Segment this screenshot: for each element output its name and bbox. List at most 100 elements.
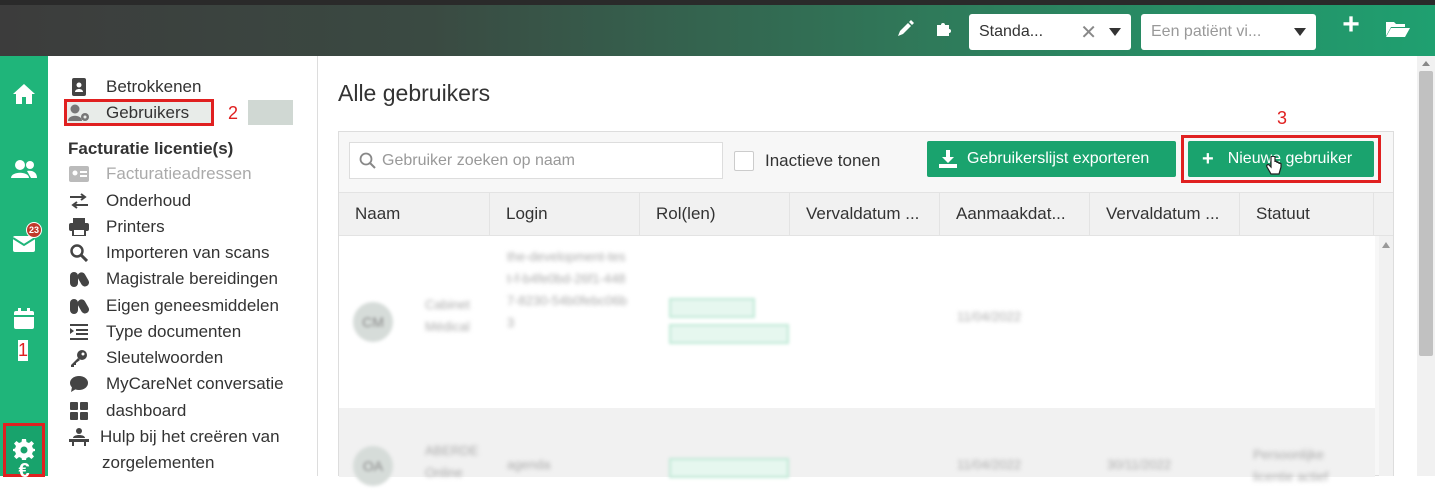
search-placeholder: Gebruiker zoeken op naam (382, 151, 575, 169)
menu-item-facturatieadressen[interactable]: Facturatieadressen (68, 162, 252, 186)
users-icon (11, 160, 37, 178)
patient-select-placeholder: Een patiënt vi... (1151, 23, 1262, 40)
menu-item-label: MyCareNet conversatie (106, 374, 284, 393)
clear-icon[interactable]: ✕ (1080, 20, 1097, 45)
menu-item-label: zorgelementen (102, 453, 215, 472)
role-tag (669, 298, 755, 318)
menu-item-betrokkenen[interactable]: Betrokkenen (68, 75, 201, 99)
section-title: Facturatie licentie(s) (68, 139, 234, 158)
capsules-icon (68, 270, 90, 288)
column-header-aanmaakdatum[interactable]: Aanmaakdat... (940, 193, 1090, 235)
annotation-1: 1 (18, 340, 29, 361)
table-scrollbar[interactable] (1379, 236, 1393, 476)
column-header-vervaldatum-2[interactable]: Vervaldatum ... (1090, 193, 1240, 235)
created-date: 11/04/2022 (957, 309, 1022, 324)
settings-menu: 2 Betrokkenen Gebruikers Facturatie lice… (48, 56, 318, 476)
search-icon (359, 152, 377, 175)
created-date: 11/04/2022 (957, 457, 1022, 472)
avatar: OA (353, 446, 393, 486)
page-scrollbar[interactable] (1417, 56, 1435, 476)
selected-item-extension (248, 100, 293, 125)
calendar-icon (14, 308, 34, 329)
top-bar: Standa... ✕ Een patiënt vi... + (0, 0, 1435, 56)
printer-icon (68, 218, 90, 236)
rail-users[interactable] (0, 149, 48, 189)
column-header-vervaldatum-1[interactable]: Vervaldatum ... (790, 193, 940, 235)
exchange-icon (68, 192, 90, 210)
new-user-button[interactable]: + Nieuwe gebruiker (1188, 141, 1374, 177)
table-row[interactable]: CM Cabinet Médical the-development-test-… (339, 236, 1375, 408)
menu-item-label: dashboard (106, 401, 187, 420)
indent-icon (68, 323, 90, 341)
menu-item-label: Gebruikers (106, 103, 190, 122)
user-name: ABERDE Online (425, 443, 479, 480)
chevron-down-icon[interactable] (1109, 28, 1121, 36)
chevron-down-icon[interactable] (1294, 28, 1306, 36)
pencil-icon[interactable] (894, 18, 916, 40)
user-name: Cabinet Médical (425, 297, 470, 334)
capsules-icon (68, 297, 90, 315)
inactive-label: Inactieve tonen (765, 151, 881, 170)
scrollbar-thumb[interactable] (1419, 71, 1433, 356)
key-icon (68, 349, 90, 367)
table-header: Naam Login Rol(len) Vervaldatum ... Aanm… (339, 192, 1393, 236)
comment-icon (68, 375, 90, 393)
inactive-checkbox[interactable] (734, 151, 754, 171)
menu-item-type-documenten[interactable]: Type documenten (68, 320, 241, 344)
user-cog-icon (68, 104, 90, 122)
puzzle-icon[interactable] (932, 18, 954, 40)
table-row[interactable]: OA ABERDE Online agenda 11/04/2022 30/11… (339, 408, 1375, 486)
column-header-login[interactable]: Login (490, 193, 640, 235)
status-text: Persoonlijke licentie actief (1253, 447, 1329, 484)
user-teaching-icon (68, 428, 90, 446)
menu-item-mycarenet-conversatie[interactable]: MyCareNet conversatie (68, 372, 284, 396)
plus-icon: + (1202, 147, 1214, 170)
avatar: CM (353, 302, 393, 342)
address-book-icon (68, 78, 90, 96)
user-login: agenda (507, 457, 551, 472)
rail-billing[interactable]: € (0, 451, 48, 491)
menu-item-hulp-zorgelementen-line2[interactable]: zorgelementen (102, 451, 214, 475)
expiry-date: 30/11/2022 (1107, 457, 1172, 472)
role-tag (669, 458, 789, 478)
folder-open-icon[interactable] (1384, 18, 1412, 40)
scroll-up-icon[interactable] (1422, 61, 1430, 66)
menu-item-sleutelwoorden[interactable]: Sleutelwoorden (68, 346, 223, 370)
menu-item-label: Type documenten (106, 322, 242, 341)
download-icon (939, 150, 957, 168)
menu-item-importeren-van-scans[interactable]: Importeren van scans (68, 241, 269, 265)
rail-home[interactable] (0, 74, 48, 114)
menu-item-printers[interactable]: Printers (68, 215, 165, 239)
column-header-naam[interactable]: Naam (339, 193, 490, 235)
menu-item-label: Eigen geneesmiddelen (106, 296, 279, 315)
menu-item-label: Betrokkenen (106, 77, 202, 96)
user-search-input[interactable]: Gebruiker zoeken op naam (349, 142, 723, 179)
menu-item-magistrale-bereidingen[interactable]: Magistrale bereidingen (68, 267, 278, 291)
menu-item-label: Facturatieadressen (106, 164, 252, 183)
top-strip (0, 0, 1435, 5)
menu-item-label: Importeren van scans (106, 243, 270, 262)
menu-item-eigen-geneesmiddelen[interactable]: Eigen geneesmiddelen (68, 294, 279, 318)
template-select[interactable]: Standa... ✕ (969, 14, 1131, 50)
annotation-3: 3 (1277, 108, 1288, 128)
menu-item-onderhoud[interactable]: Onderhoud (68, 189, 191, 213)
mail-badge: 23 (26, 222, 42, 238)
menu-item-dashboard[interactable]: dashboard (68, 399, 186, 423)
user-login: the-development-test-f-b4fe0bd-26f1-4487… (507, 249, 627, 330)
add-icon[interactable]: + (1340, 8, 1362, 41)
menu-item-label: Magistrale bereidingen (106, 269, 278, 288)
export-users-button[interactable]: Gebruikerslijst exporteren (927, 141, 1176, 177)
users-panel: 3 Gebruiker zoeken op naam Inactieve ton… (338, 108, 1394, 486)
patient-select[interactable]: Een patiënt vi... (1141, 14, 1316, 50)
search-icon (68, 244, 90, 262)
menu-item-hulp-zorgelementen[interactable]: Hulp bij het creëren van (68, 425, 280, 449)
export-users-label: Gebruikerslijst exporteren (967, 150, 1150, 167)
menu-item-label: Hulp bij het creëren van (100, 427, 280, 446)
column-header-statuut[interactable]: Statuut (1240, 193, 1374, 235)
scroll-up-icon[interactable] (1382, 242, 1390, 248)
menu-item-gebruikers[interactable]: Gebruikers (68, 101, 189, 125)
rail-calendar[interactable] (0, 299, 48, 339)
grid-icon (68, 402, 90, 420)
hand-cursor-icon (1266, 155, 1282, 181)
column-header-rollen[interactable]: Rol(len) (640, 193, 790, 235)
